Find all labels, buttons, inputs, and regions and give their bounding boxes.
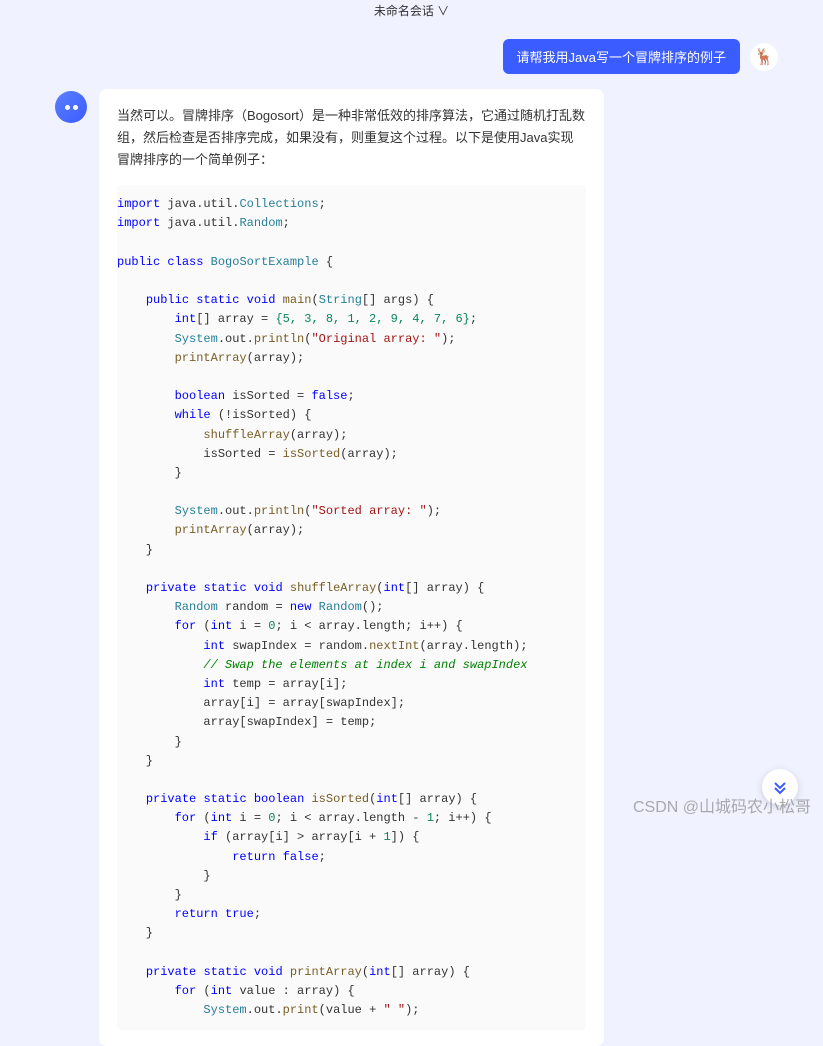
code-block[interactable]: import java.util.Collections; import jav… [117, 185, 586, 1030]
watermark: CSDN @山城码农小松哥 [633, 793, 811, 817]
ai-avatar-icon [65, 105, 78, 110]
user-avatar[interactable]: 🦌 [750, 43, 778, 71]
ai-message-bubble: 当然可以。冒牌排序（Bogosort）是一种非常低效的排序算法，它通过随机打乱数… [99, 89, 604, 1046]
user-message-row: 请帮我用Java写一个冒牌排序的例子 🦌 [0, 39, 778, 74]
user-message-bubble: 请帮我用Java写一个冒牌排序的例子 [503, 39, 740, 74]
ai-avatar[interactable] [55, 91, 87, 123]
conversation-title[interactable]: 未命名会话 ∨ [0, 0, 823, 19]
ai-message-row: 当然可以。冒牌排序（Bogosort）是一种非常低效的排序算法，它通过随机打乱数… [55, 89, 823, 1046]
ai-intro-text: 当然可以。冒牌排序（Bogosort）是一种非常低效的排序算法，它通过随机打乱数… [117, 105, 586, 171]
